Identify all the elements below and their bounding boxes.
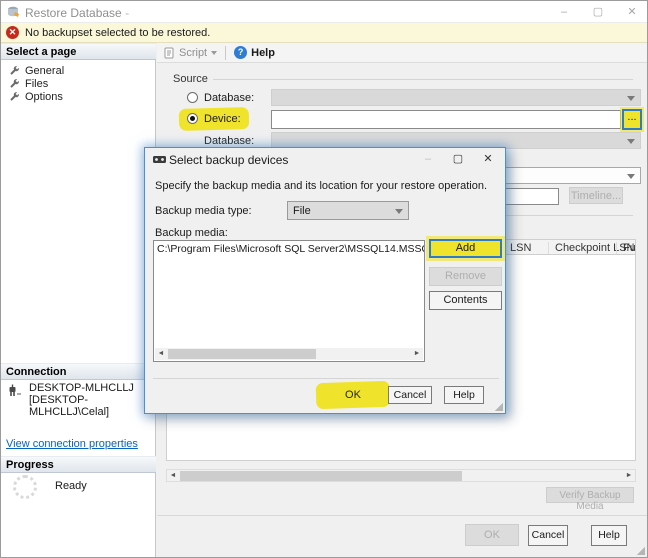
- script-button[interactable]: Script: [179, 47, 207, 59]
- view-connection-properties-link[interactable]: View connection properties: [6, 438, 138, 450]
- source-database-select: [271, 89, 641, 106]
- sidebar-item-files[interactable]: Files: [9, 77, 48, 90]
- contents-button[interactable]: Contents: [429, 291, 502, 310]
- backup-media-type-label: Backup media type:: [155, 205, 252, 217]
- dialog-toolbar: Script ? Help: [157, 43, 647, 63]
- device-path-input[interactable]: [271, 110, 621, 129]
- footer-separator: [157, 515, 647, 516]
- timeline-button: Timeline...: [569, 187, 623, 204]
- scrollbar-thumb[interactable]: [168, 349, 316, 359]
- ok-button: OK: [465, 524, 519, 546]
- select-a-page-header: Select a page: [1, 43, 156, 60]
- backup-device-icon: [153, 156, 166, 163]
- wrench-icon: [10, 66, 19, 75]
- resize-grip[interactable]: [637, 547, 645, 555]
- backup-media-item[interactable]: C:\Program Files\Microsoft SQL Server2\M…: [154, 241, 424, 257]
- warning-bar: ✕ No backupset selected to be restored.: [1, 23, 647, 43]
- close-button[interactable]: ✕: [615, 1, 647, 23]
- database-radio-label: Database:: [204, 92, 255, 104]
- backup-media-type-select[interactable]: File: [287, 201, 409, 220]
- device-radio[interactable]: [187, 113, 198, 124]
- modal-minimize-button: –: [424, 153, 432, 165]
- listbox-horizontal-scrollbar[interactable]: ◄ ►: [155, 348, 423, 360]
- modal-close-button[interactable]: ✕: [473, 148, 503, 170]
- modal-resize-grip[interactable]: [495, 403, 503, 411]
- source-database-label: Database:: [204, 135, 255, 147]
- sidebar-item-label: Options: [25, 90, 63, 103]
- script-icon: [164, 47, 174, 58]
- scroll-left-icon[interactable]: ◄: [167, 471, 179, 481]
- progress-header: Progress: [1, 456, 156, 473]
- backup-media-label: Backup media:: [155, 227, 228, 239]
- main-horizontal-scrollbar[interactable]: ◄ ►: [166, 469, 636, 482]
- sidebar-item-label: General: [25, 64, 65, 77]
- device-radio-label: Device:: [204, 113, 241, 125]
- modal-description: Specify the backup media and its locatio…: [155, 180, 488, 192]
- column-header[interactable]: Full LS: [616, 242, 635, 254]
- source-group-line: [213, 79, 633, 80]
- connection-server: DESKTOP-MLHCLLJ [DESKTOP-MLHCLLJ\Celal]: [29, 382, 155, 418]
- sidebar-item-options[interactable]: Options: [9, 90, 63, 103]
- database-radio[interactable]: [187, 92, 198, 103]
- modal-ok-button[interactable]: OK: [324, 386, 382, 405]
- modal-maximize-button[interactable]: ▢: [443, 148, 473, 170]
- progress-spinner-icon: [13, 475, 37, 499]
- warning-text: No backupset selected to be restored.: [25, 27, 211, 39]
- cancel-button[interactable]: Cancel: [528, 525, 568, 546]
- help-button[interactable]: Help: [591, 525, 627, 546]
- browse-device-button[interactable]: ...: [622, 109, 642, 130]
- scroll-right-icon[interactable]: ►: [623, 471, 635, 481]
- column-header[interactable]: LSN: [510, 242, 531, 254]
- selected-media-type: File: [293, 205, 311, 217]
- server-name: DESKTOP-MLHCLLJ: [29, 382, 134, 394]
- chevron-down-icon: [627, 139, 635, 148]
- add-button[interactable]: Add: [429, 239, 502, 258]
- backup-media-listbox[interactable]: C:\Program Files\Microsoft SQL Server2\M…: [153, 240, 425, 362]
- sidebar-item-general[interactable]: General: [9, 64, 64, 77]
- chevron-down-icon: [627, 174, 635, 183]
- modal-title: Select backup devices: [169, 153, 289, 167]
- modal-help-button[interactable]: Help: [444, 386, 484, 404]
- scrollbar-thumb[interactable]: [180, 471, 462, 481]
- chevron-down-icon: [627, 96, 635, 105]
- title-bar: Restore Database - – ▢ ✕: [1, 1, 647, 23]
- progress-status: Ready: [55, 480, 87, 492]
- sidebar-item-label: Files: [25, 77, 49, 90]
- maximize-button[interactable]: ▢: [581, 1, 615, 23]
- scroll-left-icon[interactable]: ◄: [155, 349, 167, 359]
- modal-cancel-button[interactable]: Cancel: [388, 386, 432, 404]
- server-connect-icon: [9, 384, 21, 396]
- restore-database-window: Restore Database - – ▢ ✕ ✕ No backupset …: [0, 0, 648, 558]
- window-title: Restore Database -: [25, 6, 130, 20]
- scroll-right-icon[interactable]: ►: [411, 349, 423, 359]
- verify-backup-media-button: Verify Backup Media: [546, 487, 634, 512]
- select-backup-devices-dialog: Select backup devices – ▢ ✕ Specify the …: [144, 147, 506, 414]
- minimize-button[interactable]: –: [547, 1, 581, 23]
- toolbar-separator: [225, 45, 227, 60]
- error-icon: ✕: [6, 26, 19, 39]
- source-group-label: Source: [173, 73, 208, 85]
- server-user: [DESKTOP-MLHCLLJ\Celal]: [29, 394, 110, 418]
- remove-button: Remove: [429, 267, 502, 286]
- wrench-icon: [10, 79, 19, 88]
- restore-database-icon: [8, 6, 19, 17]
- sidebar: Select a page General Files Options Conn…: [1, 43, 156, 557]
- help-icon: ?: [234, 46, 248, 59]
- help-button[interactable]: Help: [251, 47, 275, 59]
- chevron-down-icon: [395, 209, 403, 218]
- chevron-down-icon[interactable]: [211, 51, 218, 58]
- modal-footer-separator: [153, 378, 499, 379]
- connection-header: Connection: [1, 363, 156, 380]
- wrench-icon: [10, 92, 19, 101]
